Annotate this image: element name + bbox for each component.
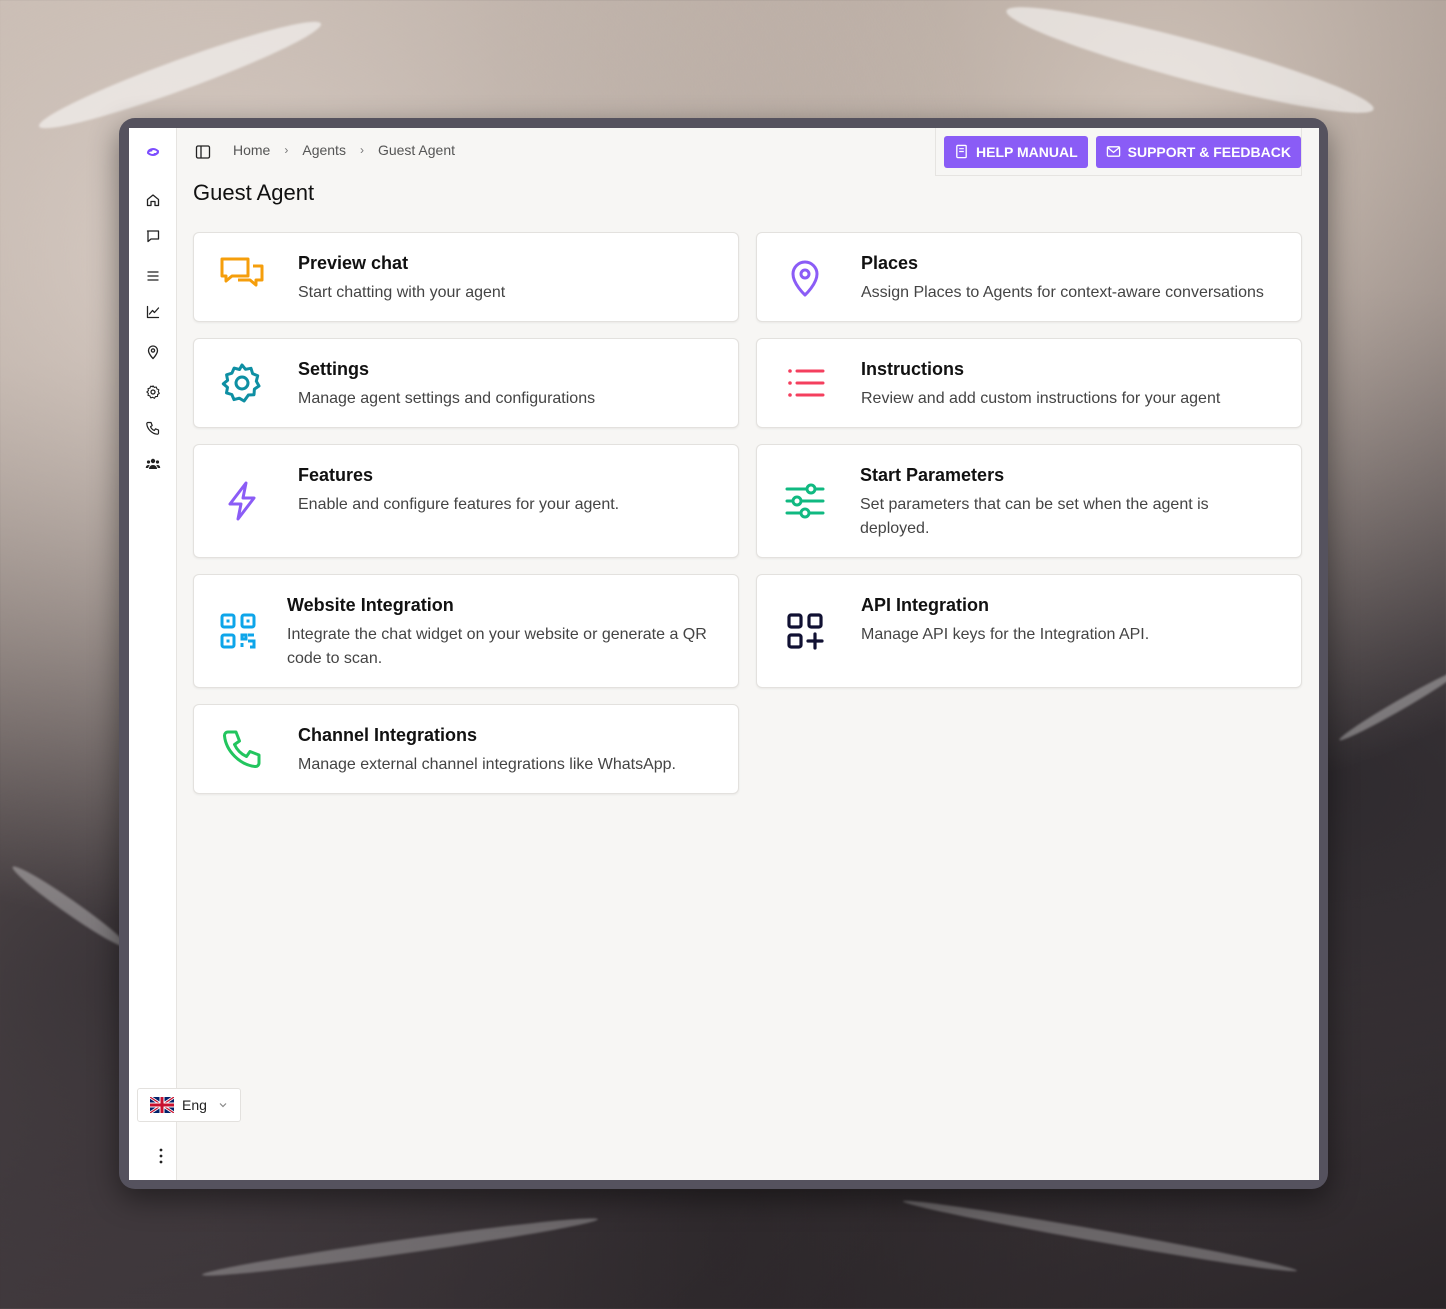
card-description: Manage external channel integrations lik… bbox=[298, 756, 676, 773]
lightning-icon bbox=[218, 477, 266, 525]
gear-icon bbox=[218, 359, 266, 407]
mail-icon bbox=[1106, 146, 1120, 157]
card-title: Features bbox=[298, 465, 374, 485]
card-description: Manage agent settings and configurations bbox=[298, 390, 596, 407]
card-title: Preview chat bbox=[298, 253, 409, 273]
language-label: Eng bbox=[182, 1097, 207, 1113]
card-description: Review and add custom instructions for y… bbox=[861, 390, 1221, 407]
squares-plus-icon bbox=[781, 607, 829, 655]
card-settings[interactable]: Settings Manage agent settings and confi… bbox=[193, 338, 739, 428]
list-icon bbox=[781, 359, 829, 407]
sidebar-toggle-icon[interactable] bbox=[195, 144, 211, 160]
card-title: Website Integration bbox=[287, 595, 454, 615]
page-title: Guest Agent bbox=[193, 180, 315, 205]
gear-icon[interactable] bbox=[143, 382, 163, 402]
language-selector[interactable]: Eng bbox=[137, 1088, 241, 1122]
phone-icon bbox=[218, 725, 266, 773]
sidebar bbox=[129, 128, 177, 1180]
card-title: Places bbox=[861, 253, 919, 273]
uk-flag-icon bbox=[150, 1097, 174, 1113]
card-description: Manage API keys for the Integration API. bbox=[861, 626, 1150, 643]
card-description: Start chatting with your agent bbox=[298, 284, 506, 301]
help-manual-label: HELP MANUAL bbox=[976, 143, 1078, 160]
help-manual-button[interactable]: HELP MANUAL bbox=[944, 135, 1088, 168]
card-title: Settings bbox=[298, 359, 370, 379]
breadcrumb-agents[interactable]: Agents bbox=[302, 142, 346, 158]
card-features[interactable]: Features Enable and configure features f… bbox=[193, 444, 739, 558]
menu-icon[interactable] bbox=[143, 266, 163, 286]
chart-icon[interactable] bbox=[143, 302, 163, 322]
users-icon[interactable] bbox=[143, 454, 163, 474]
phone-icon[interactable] bbox=[143, 418, 163, 438]
card-api-integration[interactable]: API Integration Manage API keys for the … bbox=[756, 574, 1302, 688]
chevron-right-icon: › bbox=[284, 143, 289, 157]
card-instructions[interactable]: Instructions Review and add custom instr… bbox=[756, 338, 1302, 428]
chevron-right-icon: › bbox=[359, 143, 364, 157]
support-feedback-label: SUPPORT & FEEDBACK bbox=[1127, 143, 1291, 160]
card-description: Integrate the chat widget on your websit… bbox=[287, 626, 707, 667]
card-title: Start Parameters bbox=[860, 465, 1005, 485]
more-options-icon[interactable] bbox=[153, 1146, 169, 1166]
chat-icon[interactable] bbox=[143, 226, 163, 246]
home-icon[interactable] bbox=[143, 190, 163, 210]
card-title: Instructions bbox=[861, 359, 965, 379]
map-pin-icon[interactable] bbox=[143, 342, 163, 362]
qr-code-icon bbox=[214, 607, 262, 655]
breadcrumb-home[interactable]: Home bbox=[233, 142, 270, 158]
book-icon bbox=[956, 144, 967, 159]
chat-bubbles-icon bbox=[218, 253, 266, 301]
card-title: API Integration bbox=[861, 595, 990, 615]
card-places[interactable]: Places Assign Places to Agents for conte… bbox=[756, 232, 1302, 322]
card-website-integration[interactable]: Website Integration Integrate the chat w… bbox=[193, 574, 739, 688]
logo-icon[interactable] bbox=[143, 142, 163, 162]
breadcrumb: Home › Agents › Guest Agent bbox=[233, 142, 455, 158]
card-description: Assign Places to Agents for context-awar… bbox=[861, 284, 1264, 301]
card-channel-integrations[interactable]: Channel Integrations Manage external cha… bbox=[193, 704, 739, 794]
card-description: Enable and configure features for your a… bbox=[298, 496, 620, 513]
map-pin-icon bbox=[781, 253, 829, 301]
card-description: Set parameters that can be set when the … bbox=[860, 496, 1209, 537]
sliders-icon bbox=[781, 477, 829, 525]
support-feedback-button[interactable]: SUPPORT & FEEDBACK bbox=[1095, 135, 1301, 168]
chevron-down-icon bbox=[219, 1103, 227, 1108]
top-actions: HELP MANUAL SUPPORT & FEEDBACK bbox=[935, 128, 1302, 176]
breadcrumb-current: Guest Agent bbox=[377, 142, 456, 158]
card-title: Channel Integrations bbox=[298, 725, 478, 745]
card-preview-chat[interactable]: Preview chat Start chatting with your ag… bbox=[193, 232, 739, 322]
card-start-parameters[interactable]: Start Parameters Set parameters that can… bbox=[756, 444, 1302, 558]
app-content: Eng Home › Agents › Guest Agent HELP MAN… bbox=[129, 128, 1319, 1180]
